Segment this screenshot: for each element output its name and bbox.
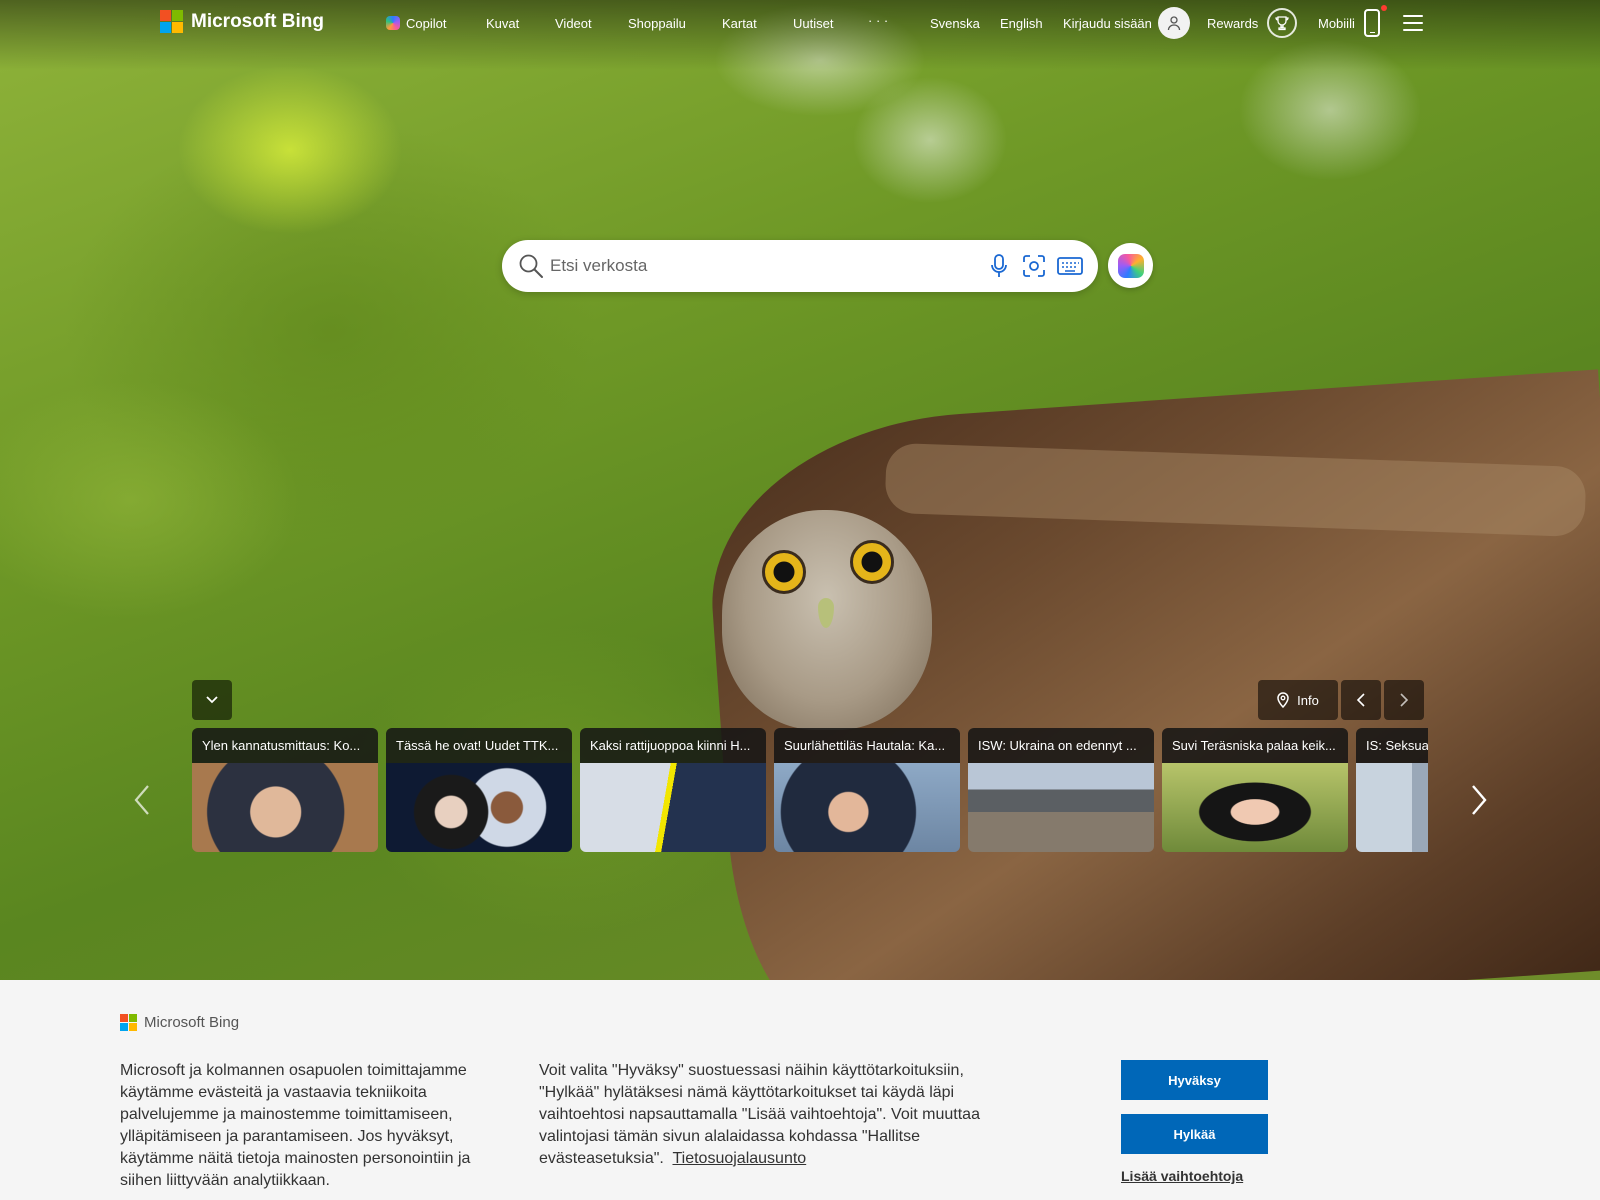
news-tile-title: Suurlähettiläs Hautala: Ka... xyxy=(774,728,960,763)
lang-svenska-link[interactable]: Svenska xyxy=(930,16,980,31)
bing-logo[interactable]: Microsoft Bing xyxy=(160,10,324,33)
nav-shopping[interactable]: Shoppailu xyxy=(628,16,686,31)
search-box xyxy=(502,240,1098,292)
consent-logo: Microsoft Bing xyxy=(120,1014,239,1031)
news-tile-title: Suvi Teräsniska palaa keik... xyxy=(1162,728,1348,763)
news-tile-image xyxy=(386,763,572,852)
rewards-trophy-button[interactable] xyxy=(1267,8,1297,38)
nav-more[interactable]: · · · xyxy=(868,13,888,28)
news-tile-image xyxy=(968,763,1154,852)
sign-in-link[interactable]: Kirjaudu sisään xyxy=(1063,16,1152,31)
news-tile[interactable]: Kaksi rattijuoppoa kiinni H... xyxy=(580,728,766,852)
privacy-statement-link[interactable]: Tietosuojalausunto xyxy=(672,1150,806,1167)
accept-button[interactable]: Hyväksy xyxy=(1121,1060,1268,1100)
owl-image-region xyxy=(722,510,932,730)
copilot-button[interactable] xyxy=(1108,243,1153,288)
user-icon xyxy=(1167,16,1181,31)
microphone-icon[interactable] xyxy=(986,253,1012,279)
consent-text-right: Voit valita "Hyväksy" suostuessasi näihi… xyxy=(539,1060,999,1170)
news-tile-image xyxy=(1162,763,1348,852)
chevron-right-icon xyxy=(1400,693,1409,707)
news-tile[interactable]: Suvi Teräsniska palaa keik... xyxy=(1162,728,1348,852)
microsoft-logo-icon xyxy=(160,10,183,33)
news-tile-image xyxy=(580,763,766,852)
news-tile-image xyxy=(192,763,378,852)
nav-label: Copilot xyxy=(406,16,447,31)
search-icon[interactable] xyxy=(518,253,544,279)
nav-maps[interactable]: Kartat xyxy=(722,16,757,31)
mobile-phone-icon[interactable] xyxy=(1364,9,1380,37)
news-tile[interactable]: Tässä he ovat! Uudet TTK... xyxy=(386,728,572,852)
news-tile[interactable]: Suurlähettiläs Hautala: Ka... xyxy=(774,728,960,852)
keyboard-icon[interactable] xyxy=(1057,253,1083,279)
consent-logo-text: Microsoft Bing xyxy=(144,1014,240,1031)
news-tile-title: ISW: Ukraina on edennyt ... xyxy=(968,728,1154,763)
lang-english-link[interactable]: English xyxy=(1000,16,1043,31)
owl-beak xyxy=(818,598,834,628)
location-pin-icon xyxy=(1277,692,1289,708)
owl-eye xyxy=(762,550,806,594)
cookie-consent-banner: Microsoft Bing Microsoft ja kolmannen os… xyxy=(0,980,1600,1200)
news-tile-title: IS: Seksua xyxy=(1356,728,1428,763)
chevron-down-icon xyxy=(206,696,218,704)
mobile-link[interactable]: Mobiili xyxy=(1318,16,1355,31)
next-image-button[interactable] xyxy=(1384,680,1424,720)
consent-text-left: Microsoft ja kolmannen osapuolen toimitt… xyxy=(120,1062,471,1189)
info-label: Info xyxy=(1297,692,1319,708)
search-input[interactable] xyxy=(550,248,970,284)
chevron-left-icon xyxy=(1356,693,1365,707)
user-avatar-button[interactable] xyxy=(1158,7,1190,39)
microsoft-logo-icon xyxy=(120,1014,137,1031)
collapse-news-button[interactable] xyxy=(192,680,232,720)
logo-text: Microsoft Bing xyxy=(191,10,324,32)
news-next-arrow-icon[interactable] xyxy=(1467,780,1491,820)
copilot-icon xyxy=(1117,253,1144,278)
notification-dot-icon xyxy=(1381,5,1387,11)
news-tile[interactable]: ISW: Ukraina on edennyt ... xyxy=(968,728,1154,852)
copilot-icon xyxy=(386,16,400,30)
news-tile-title: Tässä he ovat! Uudet TTK... xyxy=(386,728,572,763)
news-tile-image xyxy=(774,763,960,852)
hamburger-menu-icon[interactable] xyxy=(1403,15,1423,31)
trophy-icon xyxy=(1275,16,1289,31)
nav-copilot[interactable]: Copilot xyxy=(386,16,446,31)
previous-image-button[interactable] xyxy=(1341,680,1381,720)
rewards-link[interactable]: Rewards xyxy=(1207,16,1258,31)
news-tile-title: Ylen kannatusmittaus: Ko... xyxy=(192,728,378,763)
news-tile-title: Kaksi rattijuoppoa kiinni H... xyxy=(580,728,766,763)
news-tile[interactable]: Ylen kannatusmittaus: Ko... xyxy=(192,728,378,852)
visual-search-icon[interactable] xyxy=(1021,253,1047,279)
news-tile-image xyxy=(1356,763,1428,852)
top-header: Microsoft Bing Copilot Kuvat Videot Shop… xyxy=(0,0,1600,48)
news-tile[interactable]: IS: Seksua xyxy=(1356,728,1428,852)
news-prev-arrow-icon[interactable] xyxy=(130,780,154,820)
owl-eye xyxy=(850,540,894,584)
nav-images[interactable]: Kuvat xyxy=(486,16,519,31)
reject-button[interactable]: Hylkää xyxy=(1121,1114,1268,1154)
nav-videos[interactable]: Videot xyxy=(555,16,592,31)
news-carousel: Ylen kannatusmittaus: Ko... Tässä he ova… xyxy=(192,728,1428,852)
more-options-link[interactable]: Lisää vaihtoehtoja xyxy=(1121,1168,1243,1184)
image-info-button[interactable]: Info xyxy=(1258,680,1338,720)
nav-news[interactable]: Uutiset xyxy=(793,16,833,31)
